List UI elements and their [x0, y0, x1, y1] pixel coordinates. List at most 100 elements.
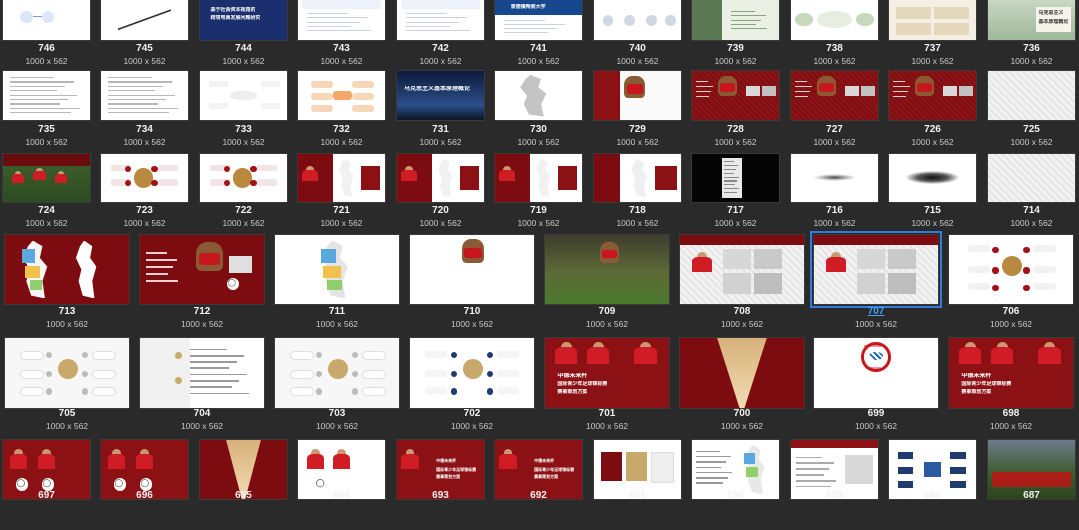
- slide-thumbnail-cell[interactable]: 694: [297, 439, 386, 530]
- slide-thumbnail[interactable]: [790, 153, 879, 203]
- slide-thumbnail[interactable]: [888, 0, 977, 41]
- slide-thumbnail[interactable]: 景德镇陶瓷大学: [494, 0, 583, 41]
- slide-thumbnail-cell[interactable]: 705 1000 x 562: [4, 337, 130, 439]
- slide-thumbnail-cell[interactable]: 734 1000 x 562: [100, 70, 189, 151]
- slide-thumbnail-cell[interactable]: 745 1000 x 562: [100, 0, 189, 71]
- slide-thumbnail-cell[interactable]: 景德镇陶瓷大学 741 1000 x 562: [494, 0, 583, 71]
- slide-thumbnail-cell[interactable]: 中德未来杯 国际青少年足球锦标赛 赛事策划方案 701 1000 x 562: [544, 337, 670, 439]
- slide-thumbnail[interactable]: [2, 0, 91, 41]
- slide-thumbnail-cell[interactable]: 697: [2, 439, 91, 530]
- slide-thumbnail[interactable]: [274, 337, 400, 409]
- slide-thumbnail[interactable]: [679, 234, 805, 305]
- slide-thumbnail-cell[interactable]: 710 1000 x 562: [409, 234, 535, 335]
- slide-thumbnail[interactable]: 马克思主义基本原理概论: [987, 0, 1076, 41]
- slide-thumbnail-cell[interactable]: 746 1000 x 562: [2, 0, 91, 71]
- slide-thumbnail[interactable]: 马克思主义基本原理概论: [396, 70, 485, 121]
- slide-thumbnail-cell[interactable]: 725 1000 x 562: [987, 70, 1076, 151]
- slide-thumbnail-cell[interactable]: 718 1000 x 562: [593, 153, 682, 233]
- slide-thumbnail[interactable]: [199, 153, 288, 203]
- slide-thumbnail[interactable]: [691, 70, 780, 121]
- slide-thumbnail-cell[interactable]: 马克思主义 基本原理概论 736 1000 x 562: [987, 0, 1076, 71]
- slide-thumbnail[interactable]: [948, 234, 1074, 305]
- slide-thumbnail-cell[interactable]: 709 1000 x 562: [544, 234, 670, 335]
- slide-thumbnail[interactable]: [987, 70, 1076, 121]
- slide-thumbnail-cell[interactable]: 690: [691, 439, 780, 530]
- slide-thumbnail-cell[interactable]: 715 1000 x 562: [888, 153, 977, 233]
- slide-thumbnail[interactable]: [4, 337, 130, 409]
- slide-thumbnail-cell[interactable]: 706 1000 x 562: [948, 234, 1074, 335]
- slide-thumbnail-cell[interactable]: 704 1000 x 562: [139, 337, 265, 439]
- slide-thumbnail-cell[interactable]: 742 1000 x 562: [396, 0, 485, 71]
- slide-thumbnail[interactable]: [297, 153, 386, 203]
- slide-thumbnail-cell[interactable]: 722 1000 x 562: [199, 153, 288, 233]
- slide-thumbnail[interactable]: [139, 234, 265, 305]
- slide-thumbnail[interactable]: [544, 234, 670, 305]
- slide-thumbnail-cell[interactable]: 735 1000 x 562: [2, 70, 91, 151]
- slide-thumbnail[interactable]: [494, 70, 583, 121]
- slide-thumbnail[interactable]: 中德未来杯 国际青少年足球锦标赛 赛事策划方案: [948, 337, 1074, 409]
- slide-thumbnail[interactable]: [409, 234, 535, 305]
- slide-thumbnail-cell[interactable]: 732 1000 x 562: [297, 70, 386, 151]
- slide-thumbnail[interactable]: [790, 0, 879, 41]
- slide-thumbnail[interactable]: [691, 153, 780, 203]
- slide-thumbnail[interactable]: [691, 0, 780, 41]
- slide-thumbnail[interactable]: [679, 337, 805, 409]
- slide-thumbnail[interactable]: [396, 153, 485, 203]
- slide-thumbnail-cell[interactable]: 712 1000 x 562: [139, 234, 265, 335]
- slide-thumbnail-cell[interactable]: 719 1000 x 562: [494, 153, 583, 233]
- slide-thumbnail-cell[interactable]: 708 1000 x 562: [679, 234, 805, 335]
- slide-thumbnail-cell[interactable]: 700 1000 x 562: [679, 337, 805, 439]
- slide-thumbnail-cell[interactable]: 马克思主义基本原理概论 731 1000 x 562: [396, 70, 485, 151]
- slide-thumbnail-cell[interactable]: 707 1000 x 562: [810, 231, 942, 335]
- slide-thumbnail-cell[interactable]: 740 1000 x 562: [593, 0, 682, 71]
- slide-thumbnail[interactable]: [409, 337, 535, 409]
- slide-thumbnail-cell[interactable]: 703 1000 x 562: [274, 337, 400, 439]
- slide-thumbnail[interactable]: [888, 70, 977, 121]
- slide-thumbnail-cell[interactable]: 738 1000 x 562: [790, 0, 879, 71]
- slide-thumbnail[interactable]: [593, 70, 682, 121]
- slide-thumbnail[interactable]: [810, 231, 942, 308]
- slide-thumbnail-cell[interactable]: 713 1000 x 562: [4, 234, 130, 335]
- slide-thumbnail[interactable]: [2, 153, 91, 203]
- slide-thumbnail-cell[interactable]: 中德未来杯 国际青少年足球锦标赛 赛事策划方案 692: [494, 439, 583, 530]
- slide-thumbnail-cell[interactable]: 728 1000 x 562: [691, 70, 780, 151]
- slide-thumbnail[interactable]: FC BAYERN MÜNCHEN: [813, 337, 939, 409]
- slide-thumbnail[interactable]: [790, 70, 879, 121]
- slide-thumbnail-cell[interactable]: 721 1000 x 562: [297, 153, 386, 233]
- slide-thumbnail-cell[interactable]: 724 1000 x 562: [2, 153, 91, 233]
- slide-thumbnail-cell[interactable]: 716 1000 x 562: [790, 153, 879, 233]
- slide-thumbnail[interactable]: [2, 70, 91, 121]
- slide-thumbnail-cell[interactable]: 689: [790, 439, 879, 530]
- slide-thumbnail[interactable]: [139, 337, 265, 409]
- slide-thumbnail-cell[interactable]: 基于社会资本视角的 跨境电商发展问题研究 744 1000 x 562: [199, 0, 288, 71]
- slide-thumbnail-cell[interactable]: 687: [987, 439, 1076, 530]
- slide-thumbnail-cell[interactable]: 695: [199, 439, 288, 530]
- slide-thumbnail[interactable]: [888, 153, 977, 203]
- slide-thumbnail[interactable]: [297, 0, 386, 41]
- slide-thumbnail[interactable]: [100, 70, 189, 121]
- slide-thumbnail-cell[interactable]: 727 1000 x 562: [790, 70, 879, 151]
- slide-thumbnail-cell[interactable]: 691: [593, 439, 682, 530]
- slide-thumbnail[interactable]: 基于社会资本视角的 跨境电商发展问题研究: [199, 0, 288, 41]
- slide-thumbnail[interactable]: 中德未来杯 国际青少年足球锦标赛 赛事策划方案: [544, 337, 670, 409]
- slide-thumbnail[interactable]: [199, 70, 288, 121]
- slide-thumbnail-cell[interactable]: 711 1000 x 562: [274, 234, 400, 335]
- slide-thumbnail[interactable]: [297, 70, 386, 121]
- slide-thumbnail-cell[interactable]: 726 1000 x 562: [888, 70, 977, 151]
- slide-thumbnail[interactable]: [593, 153, 682, 203]
- slide-thumbnail-cell[interactable]: 743 1000 x 562: [297, 0, 386, 71]
- slide-thumbnail-cell[interactable]: 717 1000 x 562: [691, 153, 780, 233]
- slide-thumbnail[interactable]: [396, 0, 485, 41]
- slide-thumbnail[interactable]: [4, 234, 130, 305]
- slide-thumbnail-cell[interactable]: 723 1000 x 562: [100, 153, 189, 233]
- slide-thumbnail-cell[interactable]: 714 1000 x 562: [987, 153, 1076, 233]
- slide-thumbnail-cell[interactable]: 中德未来杯 国际青少年足球锦标赛 赛事策划方案 698 1000 x 562: [948, 337, 1074, 439]
- slide-thumbnail-cell[interactable]: 720 1000 x 562: [396, 153, 485, 233]
- slide-thumbnail[interactable]: [100, 153, 189, 203]
- slide-thumbnail[interactable]: [274, 234, 400, 305]
- slide-thumbnail-cell[interactable]: 729 1000 x 562: [593, 70, 682, 151]
- slide-thumbnail[interactable]: [100, 0, 189, 41]
- slide-thumbnail-cell[interactable]: 730 1000 x 562: [494, 70, 583, 151]
- slide-thumbnail-cell[interactable]: 739 1000 x 562: [691, 0, 780, 71]
- slide-thumbnail-cell[interactable]: 702 1000 x 562: [409, 337, 535, 439]
